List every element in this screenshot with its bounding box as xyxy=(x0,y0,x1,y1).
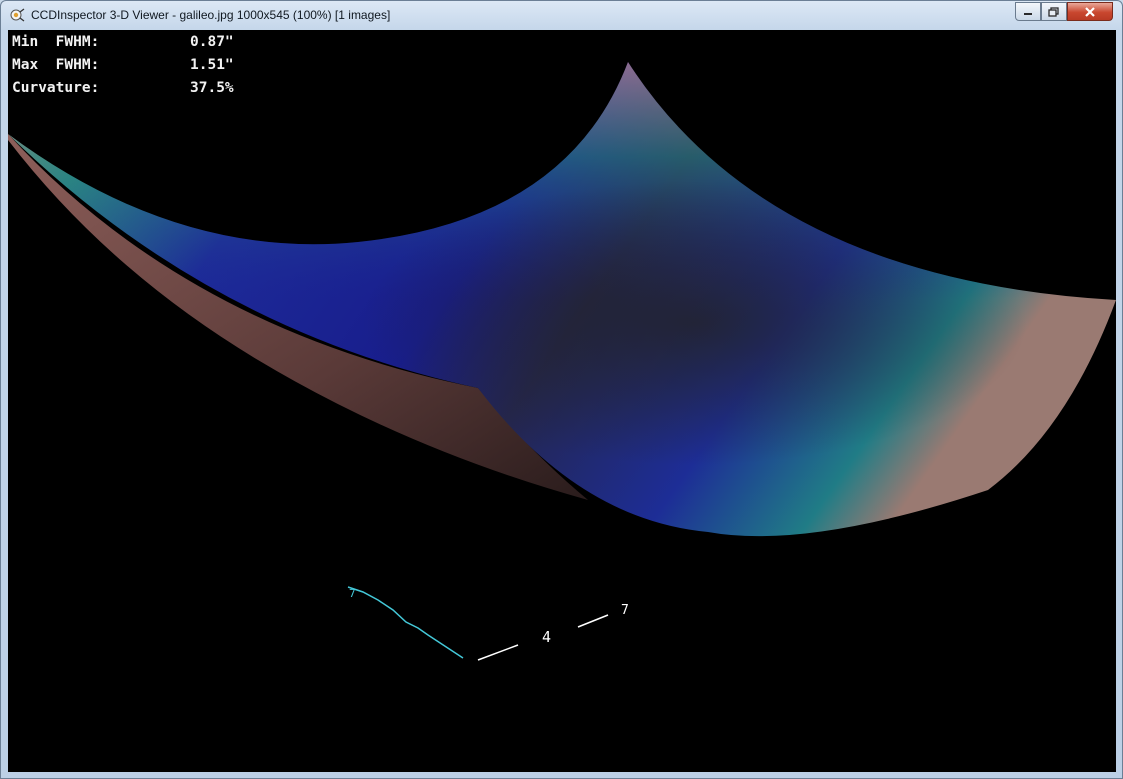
curvature-label: Curvature: xyxy=(12,80,100,96)
maximize-button[interactable] xyxy=(1041,2,1067,21)
window-title: CCDInspector 3-D Viewer - galileo.jpg 10… xyxy=(31,8,391,22)
axis-gizmo: 7 4 7 xyxy=(347,586,629,661)
minimize-button[interactable] xyxy=(1015,2,1041,21)
min-fwhm-value: 0.87" xyxy=(190,34,234,50)
max-fwhm-value: 1.51" xyxy=(190,57,234,73)
close-button[interactable] xyxy=(1067,2,1113,21)
close-icon xyxy=(1085,6,1095,17)
min-fwhm-row: Min FWHM: 0.87" xyxy=(12,31,234,54)
max-fwhm-label: Max FWHM: xyxy=(12,57,100,73)
fwhm-surface-plot[interactable]: 7 4 7 xyxy=(8,30,1116,772)
maximize-icon xyxy=(1048,6,1059,17)
3d-viewport[interactable]: 7 4 7 Min FWHM: 0.87" Max FWHM: 1.51" Cu… xyxy=(8,30,1116,772)
axis-label-y: 4 xyxy=(542,628,551,646)
viewer-window: CCDInspector 3-D Viewer - galileo.jpg 10… xyxy=(0,0,1123,779)
axis-label-x: 7 xyxy=(621,603,629,618)
min-fwhm-label: Min FWHM: xyxy=(12,34,100,50)
minimize-icon xyxy=(1024,12,1032,15)
curvature-value: 37.5% xyxy=(190,80,234,96)
curvature-row: Curvature: 37.5% xyxy=(12,77,234,100)
fwhm-stats-overlay: Min FWHM: 0.87" Max FWHM: 1.51" Curvatur… xyxy=(12,31,234,100)
axis-label-z: 7 xyxy=(349,587,356,600)
title-bar[interactable]: CCDInspector 3-D Viewer - galileo.jpg 10… xyxy=(1,1,1122,29)
max-fwhm-row: Max FWHM: 1.51" xyxy=(12,54,234,77)
app-icon xyxy=(10,8,25,22)
